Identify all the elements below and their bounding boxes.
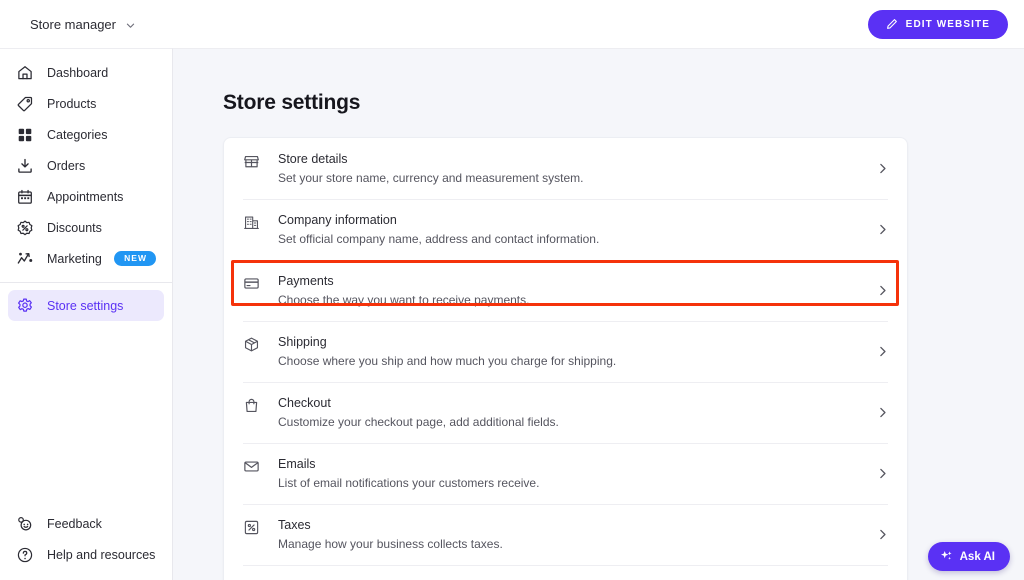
page-title: Store settings [223,91,908,115]
settings-row-emails[interactable]: Emails List of email notifications your … [224,443,907,504]
feedback-smiley-icon [16,515,34,533]
sidebar-item-label: Categories [47,128,107,142]
top-bar: Store manager EDIT WEBSITE [0,0,1024,48]
settings-row-texts: Checkout Customize your checkout page, a… [278,396,876,429]
sidebar-item-label: Dashboard [47,66,108,80]
chevron-right-icon [876,406,889,419]
settings-row-description: Manage how your business collects taxes. [278,537,876,551]
body-area: Dashboard Products Categories Orders [0,48,1024,580]
settings-row-description: Set your store name, currency and measur… [278,171,876,185]
sidebar-item-help-and-resources[interactable]: Help and resources [8,539,164,570]
tax-percent-box-icon [243,519,260,536]
sidebar-item-discounts[interactable]: Discounts [8,212,164,243]
settings-row-texts: Store details Set your store name, curre… [278,152,876,185]
credit-card-icon [243,275,260,292]
sidebar-item-feedback[interactable]: Feedback [8,508,164,539]
settings-row-texts: Payments Choose the way you want to rece… [278,274,876,307]
settings-row-texts: Taxes Manage how your business collects … [278,518,876,551]
settings-row-title: Company information [278,213,876,227]
sidebar-item-label: Products [47,97,96,111]
chevron-down-icon [125,19,136,30]
settings-row-title: Taxes [278,518,876,532]
home-icon [16,64,34,82]
settings-row-checkout[interactable]: Checkout Customize your checkout page, a… [224,382,907,443]
settings-row-taxes[interactable]: Taxes Manage how your business collects … [224,504,907,565]
settings-row-texts: Company information Set official company… [278,213,876,246]
sidebar-item-label: Marketing [47,252,102,266]
grid-icon [16,126,34,144]
sidebar-item-dashboard[interactable]: Dashboard [8,57,164,88]
settings-row-description: List of email notifications your custome… [278,476,876,490]
store-switcher-label: Store manager [30,17,116,32]
settings-row-title: Checkout [278,396,876,410]
building-icon [243,214,260,231]
sidebar-bottom-group: Feedback Help and resources [0,508,172,580]
discount-percent-icon [16,219,34,237]
settings-row-texts: Emails List of email notifications your … [278,457,876,490]
calendar-icon [16,188,34,206]
sidebar-item-label: Discounts [47,221,102,235]
download-box-icon [16,157,34,175]
sidebar-item-label: Store settings [47,299,123,313]
settings-row-title: Shipping [278,335,876,349]
gear-icon [16,297,34,315]
settings-row-description: Choose the way you want to receive payme… [278,293,876,307]
tag-icon [16,95,34,113]
question-circle-icon [16,546,34,564]
sparkle-icon [939,549,954,564]
settings-row-texts: Shipping Choose where you ship and how m… [278,335,876,368]
edit-website-label: EDIT WEBSITE [906,19,990,30]
store-switcher[interactable]: Store manager [30,17,136,32]
app-root: Store manager EDIT WEBSITE Dashboard [0,0,1024,580]
sidebar-item-marketing[interactable]: Marketing NEW [8,243,164,274]
settings-row-title: Store details [278,152,876,166]
sidebar-spacer [0,321,172,508]
settings-row-company-information[interactable]: Company information Set official company… [224,199,907,260]
chevron-right-icon [876,162,889,175]
ask-ai-label: Ask AI [960,551,995,563]
chevron-right-icon [876,528,889,541]
marketing-new-badge: NEW [114,251,156,266]
settings-row-payments[interactable]: Payments Choose the way you want to rece… [224,260,907,321]
storefront-icon [243,153,260,170]
settings-row-invoices[interactable]: Invoices Customize your invoices, add ad… [224,565,907,580]
trending-chart-icon [16,250,34,268]
settings-row-description: Choose where you ship and how much you c… [278,354,876,368]
envelope-icon [243,458,260,475]
sidebar-divider [0,282,172,283]
chevron-right-icon [876,223,889,236]
settings-row-description: Set official company name, address and c… [278,232,876,246]
pencil-icon [886,18,898,30]
edit-website-button[interactable]: EDIT WEBSITE [868,10,1008,39]
sidebar-item-store-settings[interactable]: Store settings [8,290,164,321]
sidebar-item-label: Orders [47,159,85,173]
sidebar: Dashboard Products Categories Orders [0,48,173,580]
chevron-right-icon [876,467,889,480]
package-box-icon [243,336,260,353]
sidebar-item-label: Appointments [47,190,123,204]
sidebar-item-categories[interactable]: Categories [8,119,164,150]
sidebar-item-label: Help and resources [47,548,155,562]
chevron-right-icon [876,284,889,297]
settings-row-description: Customize your checkout page, add additi… [278,415,876,429]
settings-row-shipping[interactable]: Shipping Choose where you ship and how m… [224,321,907,382]
settings-row-store-details[interactable]: Store details Set your store name, curre… [224,138,907,199]
sidebar-item-appointments[interactable]: Appointments [8,181,164,212]
chevron-right-icon [876,345,889,358]
sidebar-item-products[interactable]: Products [8,88,164,119]
settings-row-title: Emails [278,457,876,471]
sidebar-item-label: Feedback [47,517,102,531]
shopping-bag-icon [243,397,260,414]
settings-card: Store details Set your store name, curre… [223,137,908,580]
sidebar-item-orders[interactable]: Orders [8,150,164,181]
settings-row-title: Payments [278,274,876,288]
ask-ai-button[interactable]: Ask AI [928,542,1010,571]
main-content: Store settings Store details Set your st… [173,48,1024,580]
